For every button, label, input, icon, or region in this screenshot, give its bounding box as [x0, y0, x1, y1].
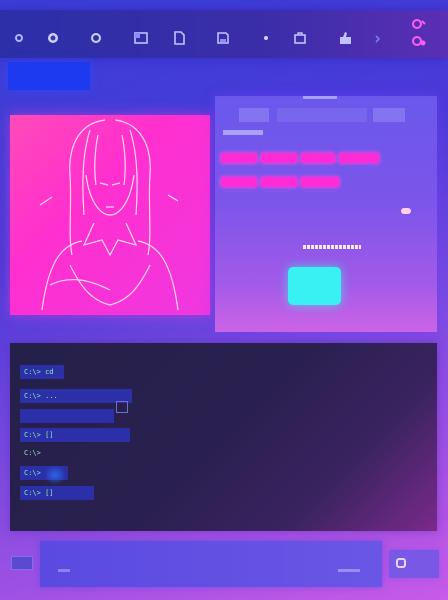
dialog-label: [223, 130, 263, 135]
terminal-line: C:\> cd: [20, 365, 64, 379]
terminal-line: C:\> []: [20, 428, 130, 442]
dialog-chip[interactable]: [301, 153, 335, 163]
top-toolbar: [0, 10, 448, 58]
dialog-chip[interactable]: [301, 177, 339, 187]
doc-icon[interactable]: [171, 30, 187, 46]
pointer-icon[interactable]: [337, 30, 353, 46]
dialog-chip[interactable]: [261, 177, 297, 187]
dialog-field-middle[interactable]: [277, 108, 367, 122]
save-icon[interactable]: [215, 30, 231, 46]
dialog-chip[interactable]: [221, 177, 257, 187]
dialog-caption: [303, 245, 361, 249]
small-dot-icon[interactable]: [258, 30, 274, 46]
dialog-panel: [215, 96, 437, 332]
settings-icon[interactable]: [411, 33, 427, 49]
input-placeholder-left: [58, 569, 70, 572]
active-tab[interactable]: [8, 62, 90, 90]
record-icon[interactable]: [45, 30, 61, 46]
cart-icon[interactable]: [292, 30, 308, 46]
dialog-chip[interactable]: [261, 153, 297, 163]
image-panel: [10, 115, 210, 315]
terminal-line: C:\>: [24, 449, 41, 457]
dialog-field-left[interactable]: [239, 108, 269, 122]
send-icon: [396, 558, 406, 568]
send-button[interactable]: [389, 550, 439, 578]
input-placeholder-right: [338, 569, 360, 572]
keyboard-icon[interactable]: [11, 556, 33, 570]
avatar-icon[interactable]: [411, 16, 427, 32]
circle-icon[interactable]: [11, 30, 27, 46]
terminal-panel[interactable]: C:\> cd C:\> ... C:\> [] C:\> C:\> C:\> …: [10, 343, 437, 531]
terminal-line: C:\> []: [20, 486, 94, 500]
dialog-indicator-dot: [401, 208, 411, 214]
chevron-icon[interactable]: [370, 30, 386, 46]
dialog-handle[interactable]: [303, 96, 337, 99]
message-input[interactable]: [40, 541, 382, 587]
dialog-chip[interactable]: [221, 153, 257, 163]
ring-icon[interactable]: [88, 30, 104, 46]
confirm-button[interactable]: [288, 267, 341, 305]
figure-drawing-image: [39, 119, 179, 311]
terminal-checkbox[interactable]: [116, 401, 128, 413]
terminal-line: [20, 409, 114, 423]
cursor-glow: [44, 465, 66, 485]
window-icon[interactable]: [133, 30, 149, 46]
dialog-chip[interactable]: [339, 153, 379, 163]
dialog-field-right[interactable]: [373, 108, 405, 122]
